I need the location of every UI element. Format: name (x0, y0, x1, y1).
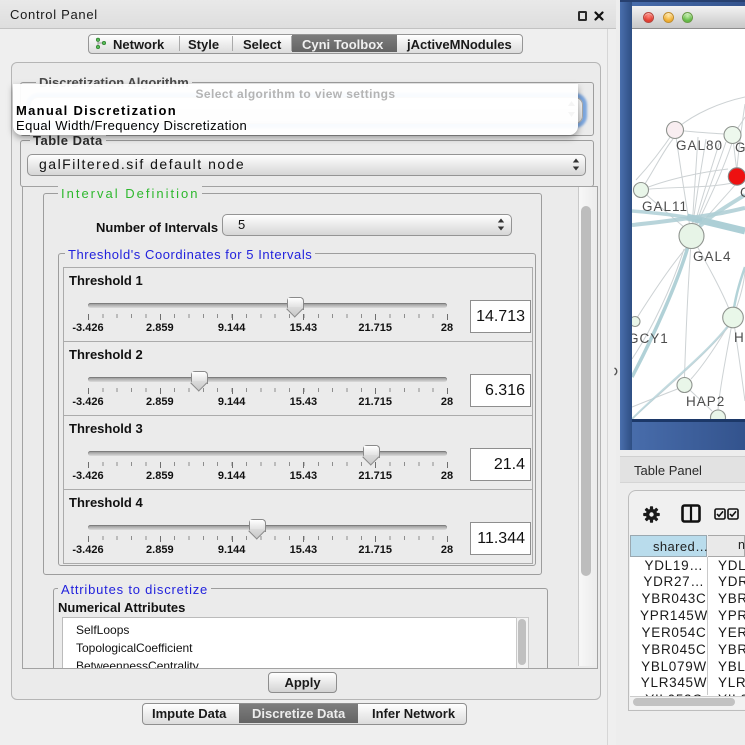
svg-text:GAL80: GAL80 (676, 138, 723, 153)
svg-text:H: H (734, 330, 745, 345)
svg-text:HAP2: HAP2 (686, 394, 725, 409)
svg-text:GCY1: GCY1 (632, 331, 669, 346)
svg-text:GAL4: GAL4 (693, 249, 732, 264)
svg-text:GAL11: GAL11 (642, 199, 688, 214)
svg-text:C: C (740, 185, 745, 200)
svg-text:G.: G. (735, 140, 745, 155)
